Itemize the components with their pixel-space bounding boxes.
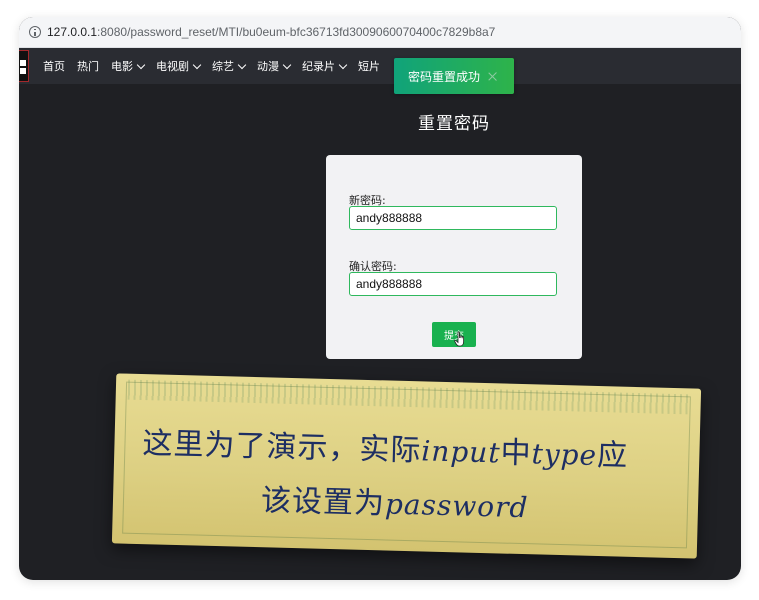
chevron-down-icon (192, 60, 202, 69)
chevron-down-icon (136, 60, 146, 69)
site-info-icon[interactable] (29, 26, 41, 38)
nav-item-label: 动漫 (257, 60, 279, 73)
nav-item-shorts[interactable]: 短片 (358, 58, 380, 74)
close-icon[interactable] (488, 72, 497, 81)
address-bar[interactable]: 127.0.0.1:8080/password_reset/MTI/bu0eum… (19, 17, 741, 48)
nav-item-home[interactable]: 首页 (43, 58, 65, 74)
url-path: :8080/password_reset/MTI/bu0eum-bfc36713… (97, 25, 496, 39)
nav-item-label: 首页 (43, 60, 65, 73)
chevron-down-icon (338, 60, 348, 69)
hand-pointer-icon (454, 331, 464, 347)
nav-item-label: 综艺 (212, 60, 234, 73)
nav-item-anime[interactable]: 动漫 (257, 58, 292, 74)
top-navbar: 首页 热门 电影 电视剧 综艺 动漫 纪录片 短片 (19, 48, 741, 84)
nav-item-label: 电视剧 (156, 60, 189, 73)
nav-item-documentary[interactable]: 纪录片 (302, 58, 348, 74)
nav-item-label: 热门 (77, 60, 99, 73)
annotation-line-2: 该设置为password (260, 483, 529, 525)
annotation-sign: 这里为了演示，实际input中type应 该设置为password (111, 373, 702, 559)
nav-item-movies[interactable]: 电影 (111, 58, 146, 74)
nav-item-label: 电影 (111, 60, 133, 73)
site-logo[interactable] (19, 50, 29, 82)
nav-item-tv[interactable]: 电视剧 (156, 58, 202, 74)
toast-message: 密码重置成功 (408, 69, 481, 84)
nav-item-label: 短片 (358, 60, 380, 73)
browser-window: 127.0.0.1:8080/password_reset/MTI/bu0eum… (19, 17, 741, 580)
nav-item-label: 纪录片 (302, 60, 335, 73)
chevron-down-icon (237, 60, 247, 69)
chevron-down-icon (282, 60, 292, 69)
confirm-password-field[interactable] (349, 272, 557, 296)
success-toast: 密码重置成功 (394, 58, 514, 94)
new-password-field[interactable] (349, 206, 557, 230)
page-title: 重置密码 (418, 114, 490, 134)
nav-item-variety[interactable]: 综艺 (212, 58, 247, 74)
nav-item-popular[interactable]: 热门 (77, 58, 99, 74)
reset-password-form: 新密码: 确认密码: 提交 (326, 155, 582, 359)
url-host: 127.0.0.1 (47, 25, 98, 39)
